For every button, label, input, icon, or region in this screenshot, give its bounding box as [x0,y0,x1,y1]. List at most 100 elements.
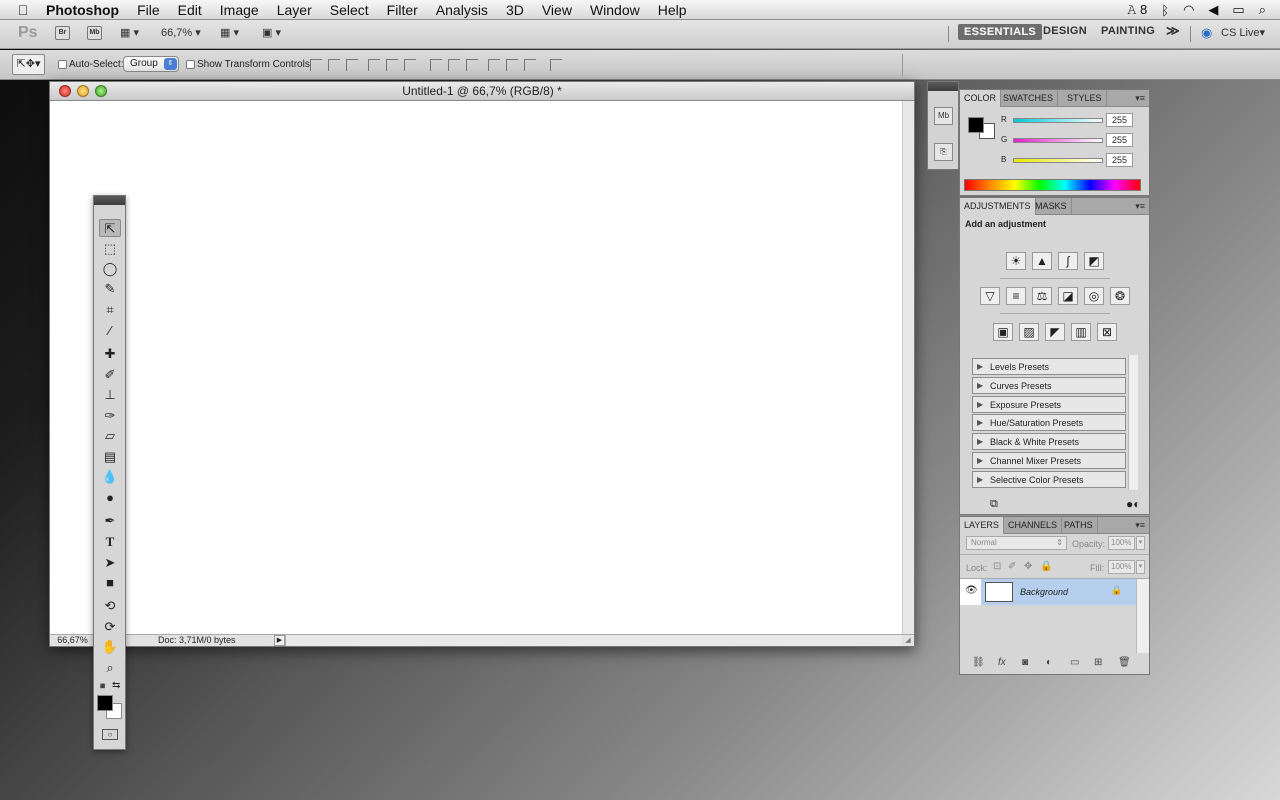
apple-menu-icon[interactable]:  [0,2,46,18]
foreground-color-box[interactable] [968,117,984,133]
zoom-percent-field[interactable]: 66,67% [50,635,96,646]
document-title-bar[interactable]: Untitled-1 @ 66,7% (RGB/8) * [50,82,914,101]
blue-slider[interactable] [1013,158,1103,163]
brightness-contrast-icon[interactable]: ☀ [1006,252,1026,270]
eyedropper-tool-icon[interactable]: ⁄ [99,322,121,340]
preset-levels[interactable]: ▶ Levels Presets [972,358,1126,375]
preset-hue-saturation[interactable]: ▶ Hue/Saturation Presets [972,414,1126,431]
lock-image-pixels-icon[interactable]: ✐ [1008,561,1016,572]
blue-value-field[interactable]: 255 [1106,153,1133,167]
tab-layers[interactable]: LAYERS [960,517,1004,534]
workspace-design[interactable]: DESIGN [1043,25,1087,37]
menu-filter[interactable]: Filter [387,2,418,18]
align-vertical-center-icon[interactable] [328,59,340,71]
panel-menu-icon[interactable]: ▾≡ [1135,201,1145,212]
dock-header[interactable] [928,82,958,91]
zoom-tool-icon[interactable]: ⌕ [99,659,121,677]
photo-filter-icon[interactable]: ◎ [1084,287,1104,305]
zoom-level-dropdown[interactable]: 66,7% ▾ [161,26,201,39]
app-name-menu[interactable]: Photoshop [46,2,119,18]
menu-layer[interactable]: Layer [277,2,312,18]
new-adjustment-layer-icon[interactable]: ◐ [1046,657,1052,668]
auto-select-checkbox[interactable] [58,60,67,69]
selective-color-icon[interactable]: ⊠ [1097,323,1117,341]
history-brush-tool-icon[interactable]: ✑ [99,407,121,425]
red-slider[interactable] [1013,118,1103,123]
more-workspaces-button[interactable]: ≫ [1166,23,1180,39]
curves-icon[interactable]: ∫ [1058,252,1078,270]
default-colors-icon[interactable]: ◾ [97,681,108,692]
new-group-folder-icon[interactable]: ▭ [1070,657,1079,668]
menu-3d[interactable]: 3D [506,2,524,18]
layer-style-fx-icon[interactable]: fx [998,657,1006,668]
layer-row-background[interactable]: 👁 Background 🔒 [960,579,1136,605]
align-right-icon[interactable] [404,59,416,71]
align-horizontal-center-icon[interactable] [386,59,398,71]
type-tool-icon[interactable]: T [99,533,121,551]
align-bottom-icon[interactable] [346,59,358,71]
exposure-icon[interactable]: ◩ [1084,252,1104,270]
preset-exposure[interactable]: ▶ Exposure Presets [972,396,1126,413]
blend-mode-dropdown[interactable]: Normal ⇕ [966,536,1067,550]
distribute-bottom-icon[interactable] [466,59,478,71]
menu-analysis[interactable]: Analysis [436,2,488,18]
vertical-scrollbar[interactable] [902,101,914,634]
green-slider[interactable] [1013,138,1103,143]
marquee-tool-icon[interactable]: ⬚ [99,240,121,258]
vibrance-icon[interactable]: ▽ [980,287,1000,305]
menu-file[interactable]: File [137,2,160,18]
tab-swatches[interactable]: SWATCHES [999,90,1059,107]
add-layer-mask-icon[interactable]: ◙ [1022,657,1028,668]
cs-live-icon[interactable]: ◉ [1201,25,1212,41]
color-spectrum-ramp[interactable] [964,179,1141,191]
workspace-painting[interactable]: PAINTING [1101,25,1155,37]
lasso-tool-icon[interactable]: ◯ [99,260,121,278]
menu-select[interactable]: Select [330,2,369,18]
presets-scrollbar[interactable] [1128,355,1138,490]
preset-black-white[interactable]: ▶ Black & White Presets [972,433,1126,450]
new-layer-icon[interactable]: ⊞ [1094,657,1102,668]
show-transform-controls-checkbox[interactable] [186,60,195,69]
color-balance-icon[interactable]: ⚖ [1032,287,1052,305]
brush-tool-icon[interactable]: ✐ [99,366,121,384]
opacity-dropdown-icon[interactable]: ▾ [1136,536,1145,550]
layers-scrollbar[interactable] [1136,579,1149,653]
tab-channels[interactable]: CHANNELS [1004,517,1063,534]
preset-curves[interactable]: ▶ Curves Presets [972,377,1126,394]
pen-tool-icon[interactable]: ✒ [99,512,121,530]
status-menu-arrow-icon[interactable]: ▶ [274,635,285,646]
layer-visibility-eye-icon[interactable]: 👁 [965,585,978,596]
foreground-color-swatch[interactable] [97,695,113,711]
tab-masks[interactable]: MASKS [1031,198,1072,215]
healing-brush-tool-icon[interactable]: ✚ [99,345,121,363]
invert-icon[interactable]: ▣ [993,323,1013,341]
arrange-documents-dropdown[interactable]: ▦ ▾ [220,26,239,39]
wifi-icon[interactable]: ◠ [1183,2,1194,18]
levels-icon[interactable]: ▲ [1032,252,1052,270]
menu-image[interactable]: Image [220,2,259,18]
cs-live-menu[interactable]: CS Live▾ [1221,26,1265,39]
volume-icon[interactable]: ◀ [1208,2,1218,18]
menu-edit[interactable]: Edit [178,2,202,18]
green-value-field[interactable]: 255 [1106,133,1133,147]
menu-help[interactable]: Help [658,2,687,18]
distribute-top-icon[interactable] [430,59,442,71]
tool-preset-picker[interactable]: ⇱✥▾ [12,54,45,75]
quick-selection-tool-icon[interactable]: ✎ [99,280,121,298]
panel-menu-icon[interactable]: ▾≡ [1135,520,1145,531]
bridge-button[interactable]: Br [55,26,70,40]
screen-mode-dropdown[interactable]: ▣ ▾ [262,26,281,39]
threshold-icon[interactable]: ◤ [1045,323,1065,341]
preset-selective-color[interactable]: ▶ Selective Color Presets [972,471,1126,488]
delete-layer-trash-icon[interactable]: 🗑 [1118,657,1131,668]
tools-panel-header[interactable] [94,196,125,205]
link-layers-icon[interactable]: ⛓ [972,657,985,668]
gradient-map-icon[interactable]: ▥ [1071,323,1091,341]
path-selection-tool-icon[interactable]: ➤ [99,554,121,572]
panel-menu-icon[interactable]: ▾≡ [1135,93,1145,104]
history-panel-icon[interactable]: ⎘ [934,143,953,161]
mini-bridge-button[interactable]: Mb [87,26,102,40]
minimize-window-icon[interactable] [77,85,89,97]
view-extras-dropdown[interactable]: ▦ ▾ [120,26,139,39]
preset-channel-mixer[interactable]: ▶ Channel Mixer Presets [972,452,1126,469]
